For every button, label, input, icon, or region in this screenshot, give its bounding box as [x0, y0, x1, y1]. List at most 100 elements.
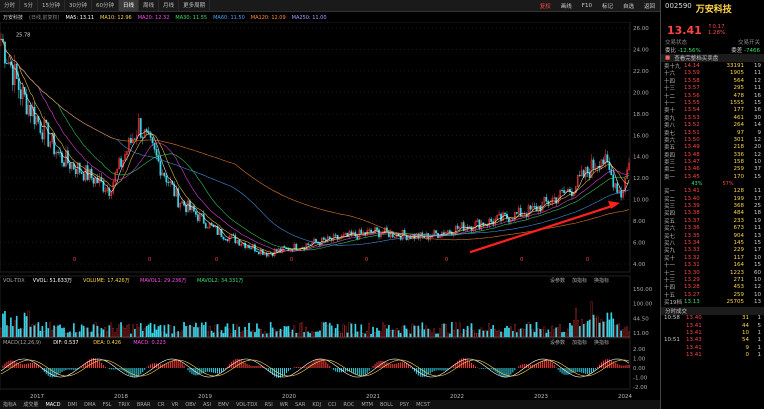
- volume-bar: [277, 330, 280, 338]
- order-count: 11: [754, 70, 761, 77]
- indicator-tab[interactable]: MCST: [416, 402, 430, 408]
- pane-button[interactable]: 设参数: [550, 277, 565, 284]
- pane-button[interactable]: 换指标: [594, 339, 609, 346]
- indicator-tab[interactable]: DMA: [84, 402, 96, 408]
- timeframe-button[interactable]: 15分钟: [38, 0, 66, 12]
- indicator-tab[interactable]: PSY: [400, 402, 409, 408]
- timeframe-button[interactable]: 更多周期: [179, 0, 211, 12]
- tick-count: 1: [757, 329, 762, 336]
- candle-body: [356, 235, 359, 240]
- toolbar-button[interactable]: 返回: [639, 2, 660, 10]
- volume-bar: [299, 323, 302, 338]
- indicator-tab[interactable]: MTM: [361, 402, 373, 408]
- indicator-tab[interactable]: VR: [171, 402, 178, 408]
- volume-bar: [565, 332, 567, 338]
- indicator-tab[interactable]: 成交量: [23, 401, 38, 408]
- volume-bar: [346, 332, 349, 338]
- order-volume: 461: [733, 114, 745, 121]
- order-count: 18: [754, 210, 761, 217]
- volume-bar: [401, 325, 404, 338]
- order-price: 13.13: [684, 299, 700, 306]
- volume-bar: [191, 325, 193, 338]
- indicator-tab[interactable]: ROC: [343, 402, 354, 408]
- order-price: 13.58: [684, 77, 700, 84]
- indicator-tab[interactable]: BRAR: [137, 402, 151, 408]
- volume-bar: [261, 333, 264, 338]
- timeframe-button[interactable]: 分时: [0, 0, 21, 12]
- indicator-tab[interactable]: EMV: [218, 402, 229, 408]
- volume-bar: [324, 321, 327, 338]
- toolbar-button[interactable]: 复权: [535, 2, 556, 10]
- timeframe-button[interactable]: 30分钟: [65, 0, 93, 12]
- trade-switch-label[interactable]: 交易开关: [738, 38, 760, 46]
- order-count: 19: [754, 63, 761, 69]
- candle-body: [443, 232, 445, 235]
- order-volume: 170: [733, 173, 745, 180]
- toolbar-button[interactable]: 标记: [597, 2, 618, 10]
- buy-order-row: 十五 13.27 259 10: [661, 291, 764, 299]
- volume-bar: [263, 331, 266, 338]
- buy-order-row: 买七 13.35 904 13: [661, 232, 764, 240]
- pane-button[interactable]: 加指标: [572, 339, 587, 346]
- indicator-tab[interactable]: KDJ: [312, 402, 321, 408]
- volume-bar: [116, 328, 118, 338]
- sell-order-row: 卖九 13.53 461 30: [661, 114, 764, 122]
- volume-bar: [102, 329, 105, 338]
- timeframe-button[interactable]: 月线: [159, 0, 180, 12]
- candle-body: [256, 250, 258, 252]
- volume-bar: [149, 322, 152, 338]
- timeframe-button[interactable]: 60分钟: [92, 0, 120, 12]
- toolbar-button[interactable]: 自选: [618, 2, 639, 10]
- pane-button[interactable]: 换指标: [594, 277, 609, 284]
- price-axis-label: 20.00: [633, 90, 649, 96]
- order-volume: 336: [733, 151, 745, 158]
- pane-button[interactable]: 加指标: [572, 277, 587, 284]
- indicator-tab[interactable]: SAR: [295, 402, 305, 408]
- volume-bar: [222, 333, 225, 338]
- indicator-tab[interactable]: TRIX: [118, 402, 129, 408]
- candle-body: [53, 133, 56, 155]
- candle-body: [19, 89, 22, 100]
- volume-bar: [228, 328, 231, 338]
- order-count: 12: [754, 151, 761, 158]
- indicator-tab[interactable]: CCI: [328, 402, 336, 408]
- volume-bar: [177, 331, 180, 338]
- candle-body: [561, 190, 563, 192]
- indicator-tab[interactable]: 指标A: [3, 401, 16, 408]
- order-count: 15: [754, 99, 761, 106]
- order-count: 11: [754, 225, 761, 232]
- indicator-tab[interactable]: ASI: [203, 402, 211, 408]
- timeframe-button[interactable]: 5分: [20, 0, 39, 12]
- kline-chart[interactable]: 26.00 24.00 22.00 20.00 18.00 16.00 14.00 12.00…: [0, 21, 660, 400]
- indicator-tab[interactable]: BOLL: [380, 402, 393, 408]
- toolbar-button[interactable]: F10: [577, 3, 597, 9]
- order-count: 15: [754, 173, 761, 180]
- volume-bar: [519, 328, 522, 338]
- candle-body: [578, 174, 581, 177]
- indicator-tab[interactable]: WR: [280, 402, 288, 408]
- order-volume: 564: [733, 77, 745, 84]
- pane-button[interactable]: 设参数: [550, 339, 565, 346]
- full-depth-link[interactable]: ■ 查看完整档买卖盘: [661, 54, 764, 62]
- volume-bar: [100, 328, 103, 338]
- buy-order-row: 十三 13.29 271 10: [661, 276, 764, 284]
- volume-bar: [6, 325, 8, 338]
- indicator-tab[interactable]: MACD: [45, 402, 60, 408]
- indicator-tab[interactable]: CR: [157, 402, 164, 408]
- indicator-tab[interactable]: DMI: [67, 402, 77, 408]
- order-price: 13.53: [684, 114, 700, 121]
- timeframe-button[interactable]: 日线: [119, 0, 140, 12]
- macd-legend-item: DIF: 0.537: [53, 340, 78, 346]
- volume-bar: [494, 328, 496, 338]
- candle-body: [167, 182, 170, 184]
- indicator-tab[interactable]: FSL: [103, 402, 112, 408]
- volume-bar: [386, 328, 388, 338]
- toolbar-button[interactable]: 画线: [556, 2, 577, 10]
- volume-axis-label: 100.00: [633, 302, 653, 308]
- timeframe-button[interactable]: 周线: [139, 0, 160, 12]
- chart-area[interactable]: 26.00 24.00 22.00 20.00 18.00 16.00 14.00 12.00…: [0, 21, 660, 400]
- volume-bar: [569, 322, 571, 338]
- indicator-tab[interactable]: OBV: [185, 402, 196, 408]
- indicator-tab[interactable]: RSI: [265, 402, 273, 408]
- indicator-tab[interactable]: VOL-TDX: [236, 402, 258, 408]
